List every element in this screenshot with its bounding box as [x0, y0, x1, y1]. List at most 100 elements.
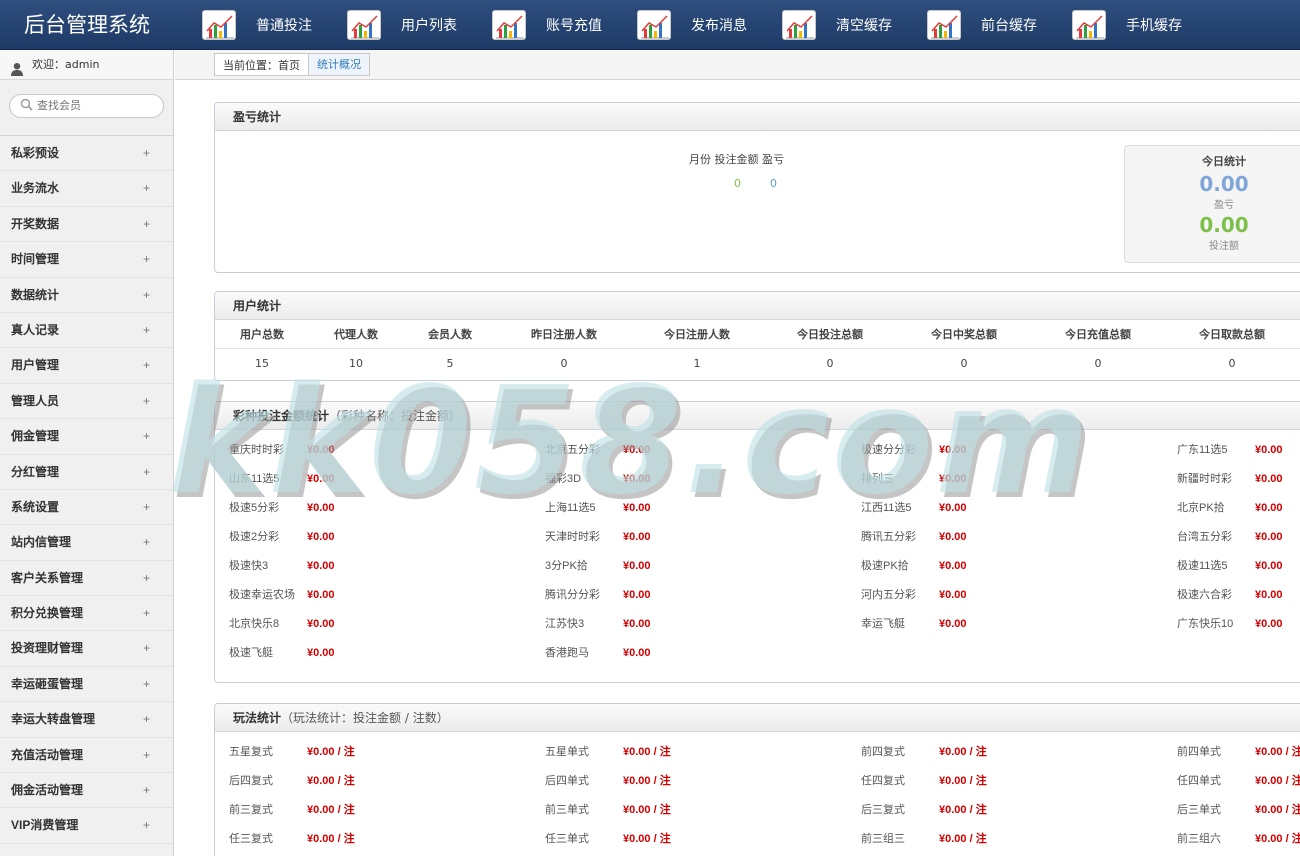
lottery-amount: ¥0.00	[307, 589, 335, 601]
nav-item[interactable]: 手机缓存	[1070, 0, 1215, 50]
lottery-name: 幸运飞艇	[861, 618, 905, 630]
profit-bet-value: 0	[734, 177, 741, 190]
lottery-name: 极速11选5	[1177, 560, 1228, 572]
lottery-name: 腾讯五分彩	[861, 531, 916, 543]
sidebar-item[interactable]: 用户管理 +	[0, 348, 173, 384]
sidebar-item[interactable]: 开奖数据 +	[0, 207, 173, 243]
breadcrumb-home[interactable]: 当前位置：首页	[215, 57, 308, 73]
lottery-item: 广东11选5 ¥0.00	[1177, 436, 1300, 465]
sidebar-item[interactable]: 数据统计 +	[0, 278, 173, 313]
lottery-amount: ¥0.00	[1255, 589, 1283, 601]
search-input[interactable]	[37, 100, 157, 112]
lottery-amount: ¥0.00	[939, 502, 967, 514]
lottery-name: 北京PK拾	[1177, 502, 1225, 514]
sidebar-item-label: 分红管理	[11, 464, 60, 479]
lottery-name: 台湾五分彩	[1177, 531, 1232, 543]
user-stat-header: 用户总数	[240, 328, 284, 341]
chart-icon	[782, 10, 816, 40]
today-stats-box: 今日统计 0.00 盈亏 0.00 投注额	[1124, 145, 1300, 263]
sidebar-item-label: 站内信管理	[11, 535, 72, 550]
lottery-item: 极速PK拾 ¥0.00	[861, 552, 1161, 581]
sidebar-item[interactable]: 分红管理 +	[0, 455, 173, 490]
member-search[interactable]	[9, 94, 164, 118]
sidebar-item-label: 真人记录	[11, 322, 60, 337]
sidebar-item[interactable]: VIP消费管理 +	[0, 808, 173, 844]
play-amount: ¥0.00 / 注	[1255, 804, 1300, 816]
sidebar-item[interactable]: 系统设置 +	[0, 490, 173, 526]
chart-icon	[347, 10, 381, 40]
sidebar-item[interactable]: 站内信管理 +	[0, 525, 173, 561]
sidebar-item[interactable]: 佣金活动管理 +	[0, 773, 173, 809]
nav-item[interactable]: 发布消息	[635, 0, 780, 50]
play-stats-title: 玩法统计（玩法统计：投注金额 / 注数）	[215, 704, 1300, 732]
play-name: 任四单式	[1177, 775, 1221, 787]
lottery-amount: ¥0.00	[1255, 502, 1283, 514]
sidebar-item[interactable]: 积分兑换管理 +	[0, 596, 173, 632]
top-bar: 后台管理系统 普通投注 用户列表 账号充值 发布消息 清空缓存 前台缓存 手机缓存	[0, 0, 1300, 50]
sidebar-item[interactable]: 时间管理 +	[0, 242, 173, 278]
sidebar-item[interactable]: 佣金管理 +	[0, 419, 173, 455]
lottery-amount: ¥0.00	[939, 444, 967, 456]
nav-item[interactable]: 清空缓存	[780, 0, 925, 50]
sidebar-item[interactable]: 幸运砸蛋管理 +	[0, 667, 173, 703]
nav-item[interactable]: 前台缓存	[925, 0, 1070, 50]
profit-panel: 盈亏统计 月份 投注金额 盈亏 0 0 今日统计 0.00 盈亏 0.00 投注…	[214, 102, 1300, 273]
sidebar-item[interactable]: 管理人员 +	[0, 384, 173, 420]
expand-icon: +	[143, 818, 151, 833]
nav-item[interactable]: 账号充值	[490, 0, 635, 50]
lottery-amount: ¥0.00	[623, 473, 651, 485]
play-item: 前四复式 ¥0.00 / 注	[861, 738, 1161, 767]
search-icon	[20, 98, 33, 114]
lottery-item: 广东快乐10 ¥0.00	[1177, 610, 1300, 639]
today-stats-title: 今日统计	[1202, 155, 1246, 168]
sidebar-item[interactable]: 充值活动管理 +	[0, 738, 173, 774]
play-amount: ¥0.00 / 注	[307, 775, 355, 787]
chart-icon	[202, 10, 236, 40]
lottery-stats-title: 彩种投注金额统计（彩种名称：投注金额）	[215, 402, 1300, 430]
chart-icon	[637, 10, 671, 40]
lottery-item: 河内五分彩 ¥0.00	[861, 581, 1161, 610]
lottery-item: 北京五分彩 ¥0.00	[545, 436, 845, 465]
expand-icon: +	[143, 429, 151, 444]
lottery-name: 江苏快3	[545, 618, 585, 630]
nav-label: 手机缓存	[1126, 18, 1182, 34]
lottery-item: 腾讯分分彩 ¥0.00	[545, 581, 845, 610]
user-stat-header: 今日投注总额	[797, 328, 863, 341]
sidebar-item[interactable]: 业务流水 +	[0, 171, 173, 207]
play-item: 任三单式 ¥0.00 / 注	[545, 825, 845, 854]
lottery-item: 新疆时时彩 ¥0.00	[1177, 465, 1300, 494]
sidebar-item[interactable]: 投资理财管理 +	[0, 631, 173, 667]
expand-icon: +	[143, 216, 151, 231]
lottery-amount: ¥0.00	[307, 502, 335, 514]
lottery-item: 北京快乐8 ¥0.00	[229, 610, 529, 639]
play-name: 任三单式	[545, 833, 589, 845]
search-area	[0, 80, 173, 136]
nav-label: 普通投注	[256, 18, 312, 34]
lottery-name: 北京五分彩	[545, 444, 600, 456]
sidebar-item-label: 幸运砸蛋管理	[11, 676, 84, 691]
user-stat-value: 0	[560, 357, 568, 370]
nav-item[interactable]: 用户列表	[345, 0, 490, 50]
play-item: 前三组六 ¥0.00 / 注	[1177, 825, 1300, 854]
play-amount: ¥0.00 / 注	[1255, 775, 1300, 787]
sidebar-item[interactable]: 客户关系管理 +	[0, 561, 173, 597]
sidebar-item[interactable]: 幸运大转盘管理 +	[0, 702, 173, 738]
sidebar-item[interactable]: 真人记录 +	[0, 313, 173, 349]
lottery-item: 腾讯五分彩 ¥0.00	[861, 523, 1161, 552]
play-amount: ¥0.00 / 注	[623, 775, 671, 787]
lottery-amount: ¥0.00	[939, 589, 967, 601]
lottery-name: 重庆时时彩	[229, 444, 284, 456]
sidebar-item-label: 幸运大转盘管理	[11, 712, 96, 727]
user-icon	[10, 58, 24, 76]
lottery-amount: ¥0.00	[623, 444, 651, 456]
play-name: 五星单式	[545, 746, 589, 758]
nav-item[interactable]: 普通投注	[200, 0, 345, 50]
sidebar-item[interactable]: 私彩预设 +	[0, 136, 173, 172]
play-name: 后三复式	[861, 804, 905, 816]
lottery-amount: ¥0.00	[939, 473, 967, 485]
expand-icon: +	[143, 252, 151, 267]
lottery-amount: ¥0.00	[307, 618, 335, 630]
lottery-name: 广东快乐10	[1177, 618, 1234, 630]
chart-icon	[492, 10, 526, 40]
expand-icon: +	[143, 146, 151, 160]
